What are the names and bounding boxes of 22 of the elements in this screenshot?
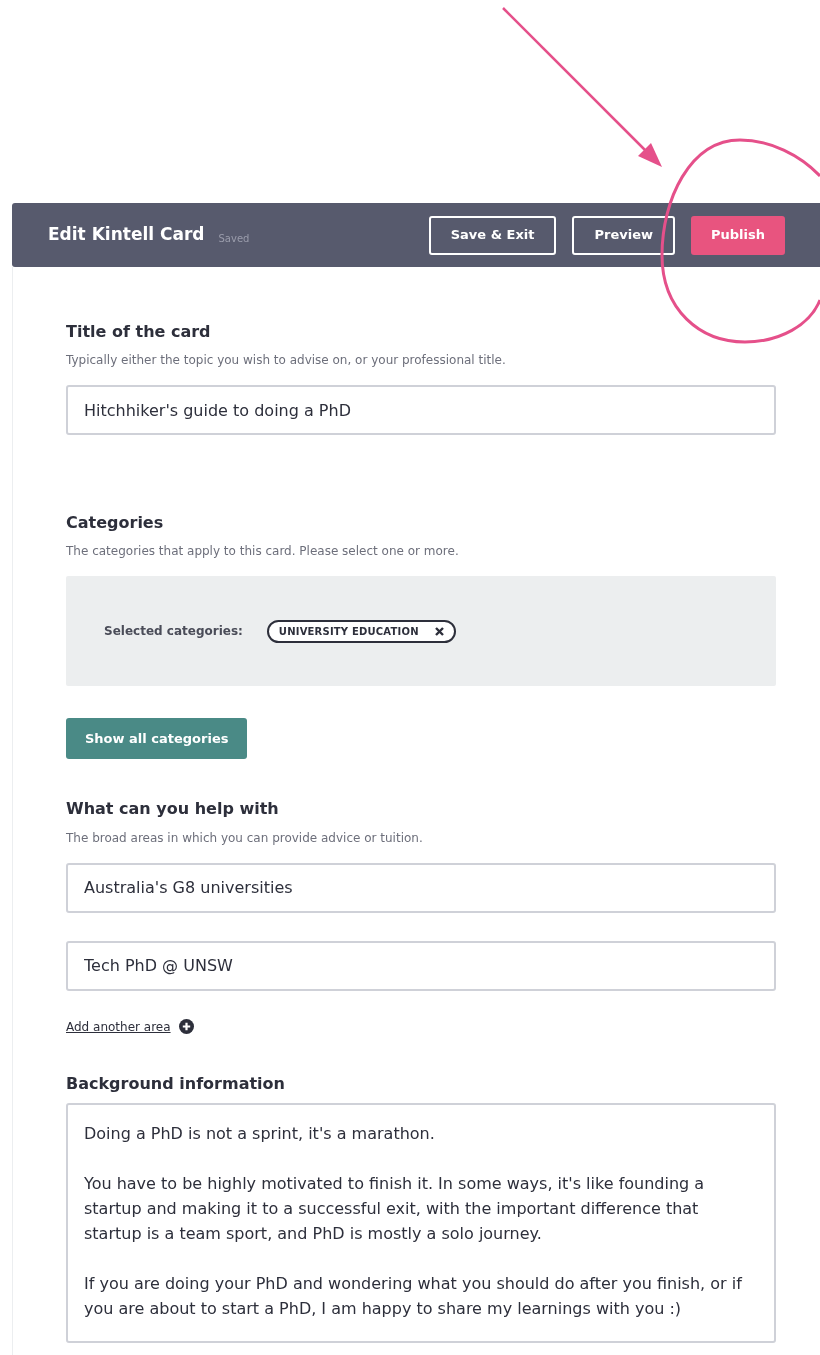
section-heading: Title of the card xyxy=(66,322,212,342)
section-heading: Background information xyxy=(66,1073,286,1093)
text-field[interactable]: Tech PhD @ UNSW xyxy=(66,940,776,991)
header-button[interactable]: Preview xyxy=(572,215,675,255)
section-hint: The broad areas in which you can provide advice or tuition. xyxy=(66,829,424,847)
section-hint: The categories that apply to this card. Please select one or more. xyxy=(66,543,460,561)
tag-label: UNIVERSITY EDUCATION xyxy=(278,624,419,639)
section-heading: Categories xyxy=(66,513,165,533)
close-icon[interactable] xyxy=(434,626,444,636)
text-field[interactable]: Hitchhiker's guide to doing a PhD xyxy=(66,385,776,436)
save-status: Saved xyxy=(218,231,250,246)
show-categories-button[interactable]: Show all categories xyxy=(66,718,248,760)
section-heading: What can you help with xyxy=(66,799,280,819)
add-icon[interactable] xyxy=(178,1019,194,1035)
background-field[interactable]: Doing a PhD is not a sprint, it's a marathon. You have to be highly motivated to finish it. In some ways, it's like founding a startup and making it to a successful exit, with the important difference that startup is a team sport, and PhD is mostly a solo journey. If you are doing your PhD and wondering what you should do after you finish, or if you are about to start a PhD, I am happy to share my learnings with you :) xyxy=(66,1102,776,1343)
header-button[interactable]: Save & Exit xyxy=(428,215,557,255)
text-field[interactable]: Australia's G8 universities xyxy=(66,862,776,913)
section-hint: Typically either the topic you wish to advise on, or your professional title. xyxy=(66,352,507,370)
page-title: Edit Kintell Card xyxy=(48,223,205,247)
publish-button[interactable]: Publish xyxy=(691,215,785,255)
selected-categories-label: Selected categories: xyxy=(104,623,243,641)
add-area-link[interactable]: Add another area xyxy=(66,1017,171,1036)
